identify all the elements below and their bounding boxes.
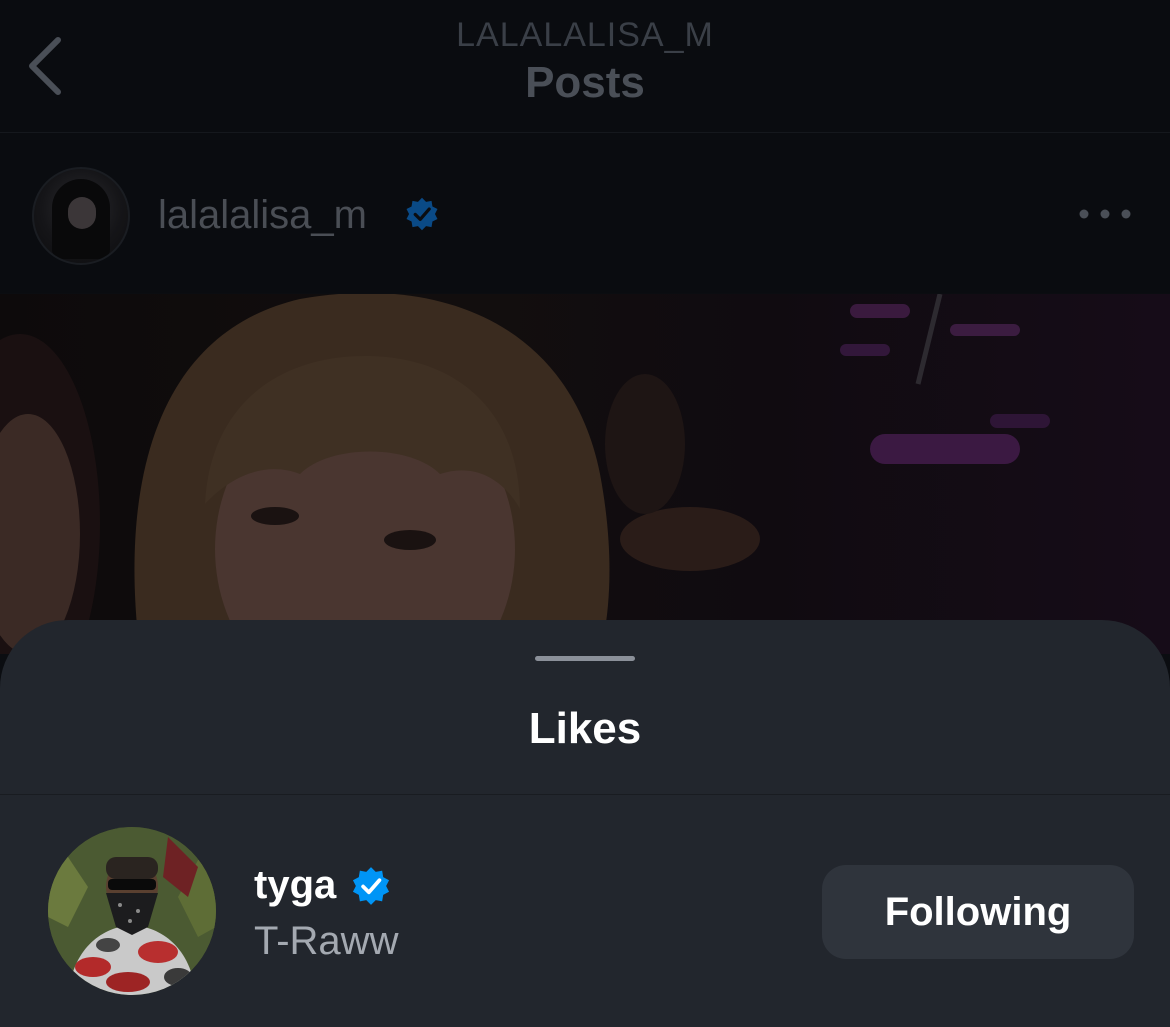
navigation-bar: LALALALISA_M Posts <box>0 0 1170 133</box>
page-title: Posts <box>525 58 645 107</box>
following-button[interactable]: Following <box>822 865 1134 959</box>
sheet-title: Likes <box>528 704 642 753</box>
likes-sheet: Likes tyga T-Raww Following <box>0 620 1170 1027</box>
post-header: lalalalisa_m <box>0 133 1170 293</box>
sheet-grabber[interactable] <box>535 656 635 661</box>
like-username[interactable]: tyga <box>254 863 336 908</box>
divider <box>0 794 1170 795</box>
post-author-avatar[interactable] <box>32 167 130 265</box>
screen: LALALALISA_M Posts lalalalisa_m Likes ty… <box>0 0 1170 1027</box>
post-author-username[interactable]: lalalalisa_m <box>158 193 367 238</box>
avatar[interactable] <box>48 827 216 995</box>
nav-username: LALALALISA_M <box>456 16 714 54</box>
verified-badge-icon <box>352 867 390 905</box>
list-item[interactable]: tyga T-Raww Following <box>0 825 1170 1000</box>
verified-badge-icon <box>406 197 438 231</box>
avatar-photo <box>48 827 216 995</box>
more-horizontal-icon[interactable] <box>1078 199 1132 229</box>
post-image-artwork <box>0 294 1050 654</box>
post-image[interactable] <box>0 294 1170 654</box>
like-full-name: T-Raww <box>254 919 399 963</box>
